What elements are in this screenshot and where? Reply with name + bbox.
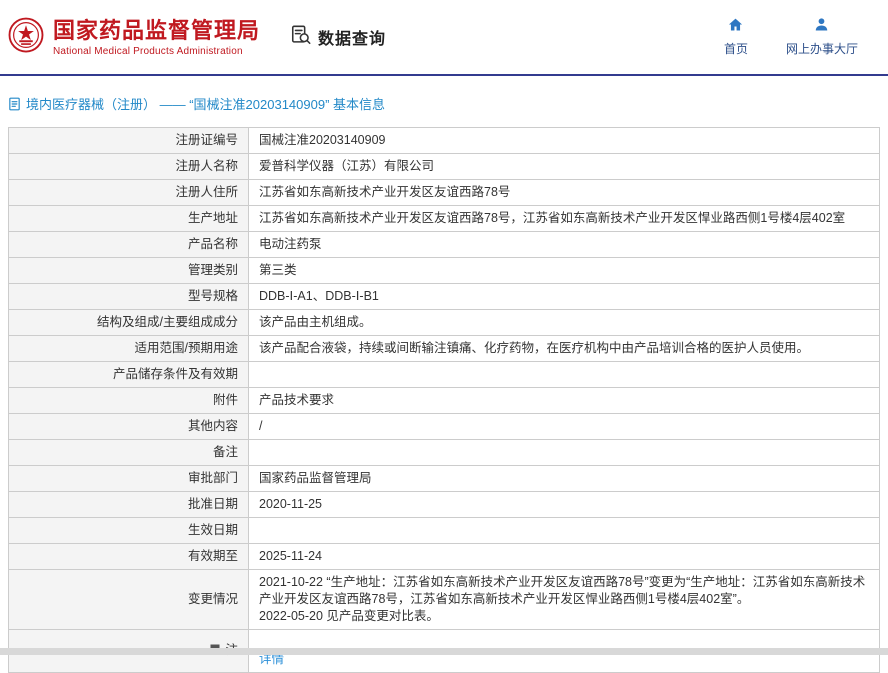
row-value: 国家药品监督管理局 — [249, 466, 880, 492]
row-label: 适用范围/预期用途 — [9, 336, 249, 362]
home-icon — [728, 17, 743, 37]
row-label: 产品名称 — [9, 232, 249, 258]
row-value: 第三类 — [249, 258, 880, 284]
row-value — [249, 362, 880, 388]
row-value: DDB-Ⅰ-A1、DDB-Ⅰ-B1 — [249, 284, 880, 310]
row-label: 有效期至 — [9, 544, 249, 570]
breadcrumb-text: 境内医疗器械（注册） —— “国械注准20203140909” 基本信息 — [26, 94, 385, 113]
row-value: 江苏省如东高新技术产业开发区友谊西路78号，江苏省如东高新技术产业开发区悍业路西… — [249, 206, 880, 232]
table-row: 产品名称 电动注药泵 — [9, 232, 880, 258]
data-query-tab[interactable]: 数据查询 — [290, 24, 386, 51]
row-value: 江苏省如东高新技术产业开发区友谊西路78号 — [249, 180, 880, 206]
table-row: 适用范围/预期用途 该产品配合液袋，持续或间断输注镇痛、化疗药物，在医疗机构中由… — [9, 336, 880, 362]
row-value: 2025-11-24 — [249, 544, 880, 570]
row-label: 型号规格 — [9, 284, 249, 310]
table-row: 注册人住所 江苏省如东高新技术产业开发区友谊西路78号 — [9, 180, 880, 206]
row-label: 变更情况 — [9, 570, 249, 630]
table-row: 备注 — [9, 440, 880, 466]
agency-name-en: National Medical Products Administration — [53, 46, 260, 57]
agency-name-zh: 国家药品监督管理局 — [53, 18, 260, 44]
breadcrumb: 境内医疗器械（注册） —— “国械注准20203140909” 基本信息 — [8, 94, 880, 113]
header-nav: 首页 网上办事大厅 — [724, 17, 858, 57]
table-row: 生效日期 — [9, 518, 880, 544]
row-label: 管理类别 — [9, 258, 249, 284]
row-value: 该产品配合液袋，持续或间断输注镇痛、化疗药物，在医疗机构中由产品培训合格的医护人… — [249, 336, 880, 362]
row-value: 爱普科学仪器（江苏）有限公司 — [249, 154, 880, 180]
document-icon — [8, 97, 21, 111]
row-label: 生效日期 — [9, 518, 249, 544]
table-row: 注册人名称 爱普科学仪器（江苏）有限公司 — [9, 154, 880, 180]
row-value: 电动注药泵 — [249, 232, 880, 258]
row-label: 生产地址 — [9, 206, 249, 232]
table-row: 审批部门 国家药品监督管理局 — [9, 466, 880, 492]
table-row: 生产地址 江苏省如东高新技术产业开发区友谊西路78号，江苏省如东高新技术产业开发… — [9, 206, 880, 232]
nav-online-hall-label: 网上办事大厅 — [786, 40, 858, 57]
row-value: 2020-11-25 — [249, 492, 880, 518]
row-value — [249, 440, 880, 466]
agency-logo[interactable]: 国家药品监督管理局 National Medical Products Admi… — [8, 17, 260, 58]
row-value: 该产品由主机组成。 — [249, 310, 880, 336]
row-label: 审批部门 — [9, 466, 249, 492]
registration-info-table: 注册证编号 国械注准20203140909 注册人名称 爱普科学仪器（江苏）有限… — [8, 127, 880, 673]
row-value: 2021-10-22 “生产地址：江苏省如东高新技术产业开发区友谊西路78号”变… — [249, 570, 880, 630]
page-header: 国家药品监督管理局 National Medical Products Admi… — [0, 0, 888, 74]
table-row: 型号规格 DDB-Ⅰ-A1、DDB-Ⅰ-B1 — [9, 284, 880, 310]
table-row: 管理类别 第三类 — [9, 258, 880, 284]
row-value: 国械注准20203140909 — [249, 128, 880, 154]
row-value: / — [249, 414, 880, 440]
row-value: 产品技术要求 — [249, 388, 880, 414]
row-label: 批准日期 — [9, 492, 249, 518]
data-query-icon — [290, 24, 312, 51]
table-row: 变更情况 2021-10-22 “生产地址：江苏省如东高新技术产业开发区友谊西路… — [9, 570, 880, 630]
footer-strip — [0, 648, 888, 655]
person-icon — [814, 17, 829, 37]
row-label: 备注 — [9, 440, 249, 466]
row-label: 注册人名称 — [9, 154, 249, 180]
table-row: 有效期至 2025-11-24 — [9, 544, 880, 570]
table-row: 结构及组成/主要组成成分 该产品由主机组成。 — [9, 310, 880, 336]
table-row: 产品储存条件及有效期 — [9, 362, 880, 388]
row-label: 其他内容 — [9, 414, 249, 440]
row-label: 注册人住所 — [9, 180, 249, 206]
nav-home[interactable]: 首页 — [724, 17, 748, 57]
nav-online-hall[interactable]: 网上办事大厅 — [786, 17, 858, 57]
row-label: 附件 — [9, 388, 249, 414]
row-label: 注册证编号 — [9, 128, 249, 154]
table-row: 附件 产品技术要求 — [9, 388, 880, 414]
row-value — [249, 518, 880, 544]
table-row: 其他内容 / — [9, 414, 880, 440]
row-label: 产品储存条件及有效期 — [9, 362, 249, 388]
row-label: 结构及组成/主要组成成分 — [9, 310, 249, 336]
table-row: 批准日期 2020-11-25 — [9, 492, 880, 518]
national-emblem-icon — [8, 17, 44, 58]
data-query-label: 数据查询 — [318, 25, 386, 49]
nav-home-label: 首页 — [724, 40, 748, 57]
main-content: 境内医疗器械（注册） —— “国械注准20203140909” 基本信息 注册证… — [0, 76, 888, 673]
table-row: 注册证编号 国械注准20203140909 — [9, 128, 880, 154]
